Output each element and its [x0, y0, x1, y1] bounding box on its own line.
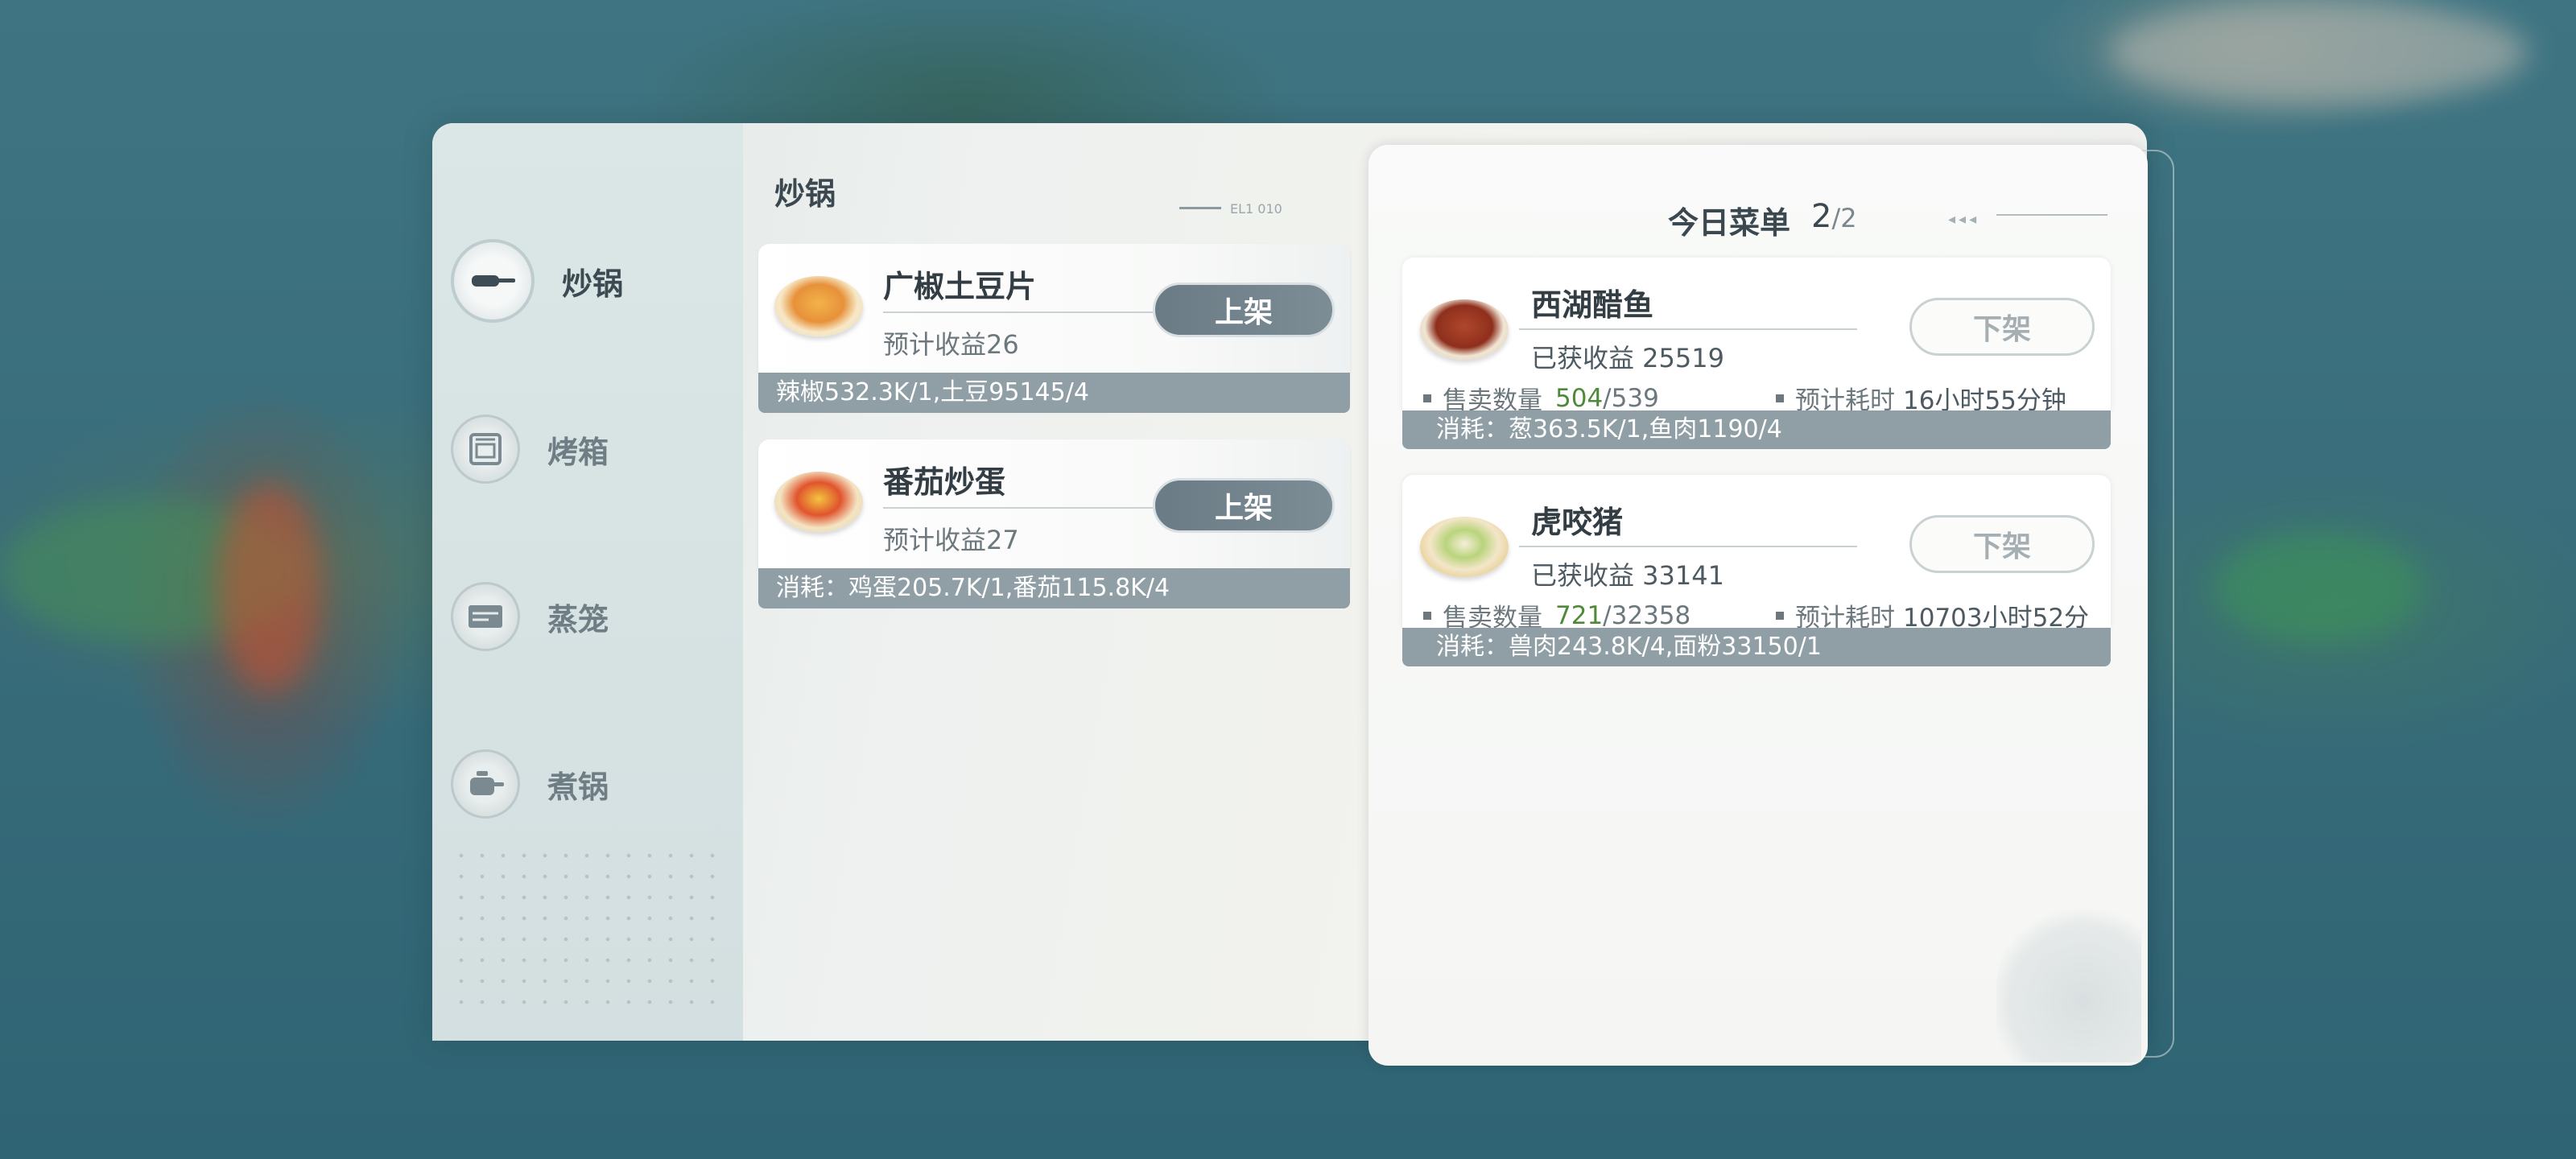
wok-icon [451, 239, 535, 323]
bullet-icon [1776, 394, 1784, 402]
sold-total: /32358 [1603, 600, 1691, 630]
menu-item-earned: 已获收益 25519 [1531, 343, 1724, 373]
list-on-menu-button[interactable]: 上架 [1153, 478, 1335, 533]
menu-item-name: 西湖醋鱼 [1531, 287, 1654, 323]
remove-from-menu-button[interactable]: 下架 [1909, 515, 2095, 573]
oven-icon [451, 415, 520, 484]
sidebar-dot-pattern [451, 845, 724, 1006]
section-title: 炒锅 [774, 176, 836, 212]
menu-item-consumption: 消耗：葱363.5K/1,鱼肉1190/4 [1402, 410, 2111, 449]
dish-image [774, 276, 863, 336]
sold-now: 504 [1555, 383, 1604, 413]
menu-item-consumption: 消耗：兽肉243.8K/4,面粉33150/1 [1402, 628, 2111, 666]
sold-total: /539 [1603, 383, 1659, 413]
bullet-icon [1423, 611, 1431, 620]
recipe-card: 番茄炒蛋 预计收益27 上架 消耗：鸡蛋205.7K/1,番茄115.8K/4 [758, 439, 1350, 608]
menu-count-current: 2 [1811, 198, 1832, 235]
menu-title: 今日菜单 [1668, 205, 1791, 241]
recipe-card: 广椒土豆片 预计收益26 上架 辣椒532.3K/1,土豆95145/4 [758, 244, 1350, 413]
divider [883, 507, 1169, 509]
sold-now: 721 [1555, 600, 1604, 630]
recipe-ingredients: 辣椒532.3K/1,土豆95145/4 [758, 373, 1350, 413]
deco-text: EL1 010 [1230, 201, 1282, 217]
recipe-ingredients: 消耗：鸡蛋205.7K/1,番茄115.8K/4 [758, 568, 1350, 608]
sidebar-item-steamer[interactable]: 蒸笼 [451, 582, 609, 651]
menu-item-card: 虎咬猪 已获收益 33141 售卖数量 721 /32358 预计耗时 1070… [1402, 475, 2111, 666]
deco-line [1179, 207, 1221, 209]
sidebar-item-label: 煮锅 [547, 769, 609, 805]
sidebar-item-pot[interactable]: 煮锅 [451, 749, 609, 819]
dish-image [1420, 299, 1509, 360]
menu-item-card: 西湖醋鱼 已获收益 25519 售卖数量 504 /539 预计耗时 16小时5… [1402, 258, 2111, 449]
steamer-icon [451, 582, 520, 651]
menu-item-earned: 已获收益 33141 [1531, 560, 1724, 591]
bullet-icon [1423, 394, 1431, 402]
background-rock [2109, 0, 2528, 105]
background-flower [217, 483, 322, 692]
deco-line [1996, 214, 2107, 216]
recipe-income: 预计收益26 [883, 329, 1019, 360]
bullet-icon [1776, 611, 1784, 620]
sidebar-item-label: 蒸笼 [547, 601, 609, 637]
recipe-income: 预计收益27 [883, 525, 1019, 555]
sidebar-item-oven[interactable]: 烤箱 [451, 415, 609, 484]
divider [883, 311, 1169, 313]
background-lotus-leaf [2214, 531, 2423, 644]
recipe-name: 广椒土豆片 [883, 269, 1037, 304]
kitchen-watermark-icon [1996, 909, 2141, 1062]
pot-icon [451, 749, 520, 819]
dish-image [1420, 517, 1509, 577]
chevron-left-icon: ◂◂◂ [1948, 211, 1980, 228]
menu-item-name: 虎咬猪 [1531, 505, 1624, 540]
menu-count-total: /2 [1831, 203, 1857, 233]
divider [1519, 546, 1857, 547]
list-on-menu-button[interactable]: 上架 [1153, 283, 1335, 337]
recipe-name: 番茄炒蛋 [883, 464, 1006, 500]
menu-count: 2/2 [1811, 198, 1857, 235]
dish-image [774, 472, 863, 532]
sidebar-item-label: 炒锅 [562, 266, 624, 302]
divider [1519, 328, 1857, 330]
sidebar-item-label: 烤箱 [547, 434, 609, 470]
sidebar-item-wok[interactable]: 炒锅 [451, 239, 623, 323]
remove-from-menu-button[interactable]: 下架 [1909, 298, 2095, 356]
